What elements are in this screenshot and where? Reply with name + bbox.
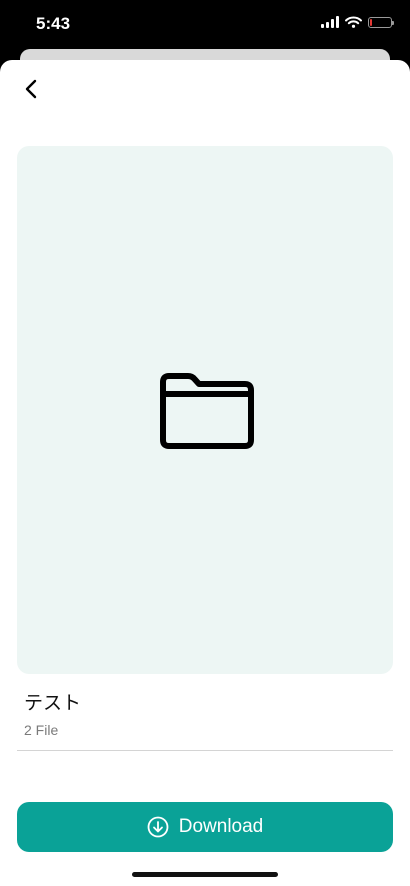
battery-icon <box>368 16 394 28</box>
home-indicator <box>132 872 278 877</box>
status-bar: 5:43 <box>0 0 410 50</box>
status-icons <box>321 16 394 28</box>
back-button[interactable] <box>14 74 48 104</box>
download-circle-icon <box>147 816 169 838</box>
wifi-icon <box>345 16 362 28</box>
status-time: 5:43 <box>36 14 71 33</box>
download-label: Download <box>178 816 264 837</box>
folder-icon <box>160 373 254 449</box>
chevron-left-icon <box>25 79 37 99</box>
battery-level <box>370 18 372 26</box>
file-count: 2 File <box>24 722 59 738</box>
file-detail-sheet: テスト 2 File Download <box>0 60 410 886</box>
divider <box>17 750 393 751</box>
download-button[interactable]: Download <box>17 802 393 852</box>
folder-preview <box>17 146 393 674</box>
signal-icon <box>321 16 339 28</box>
item-title: テスト <box>24 693 82 714</box>
